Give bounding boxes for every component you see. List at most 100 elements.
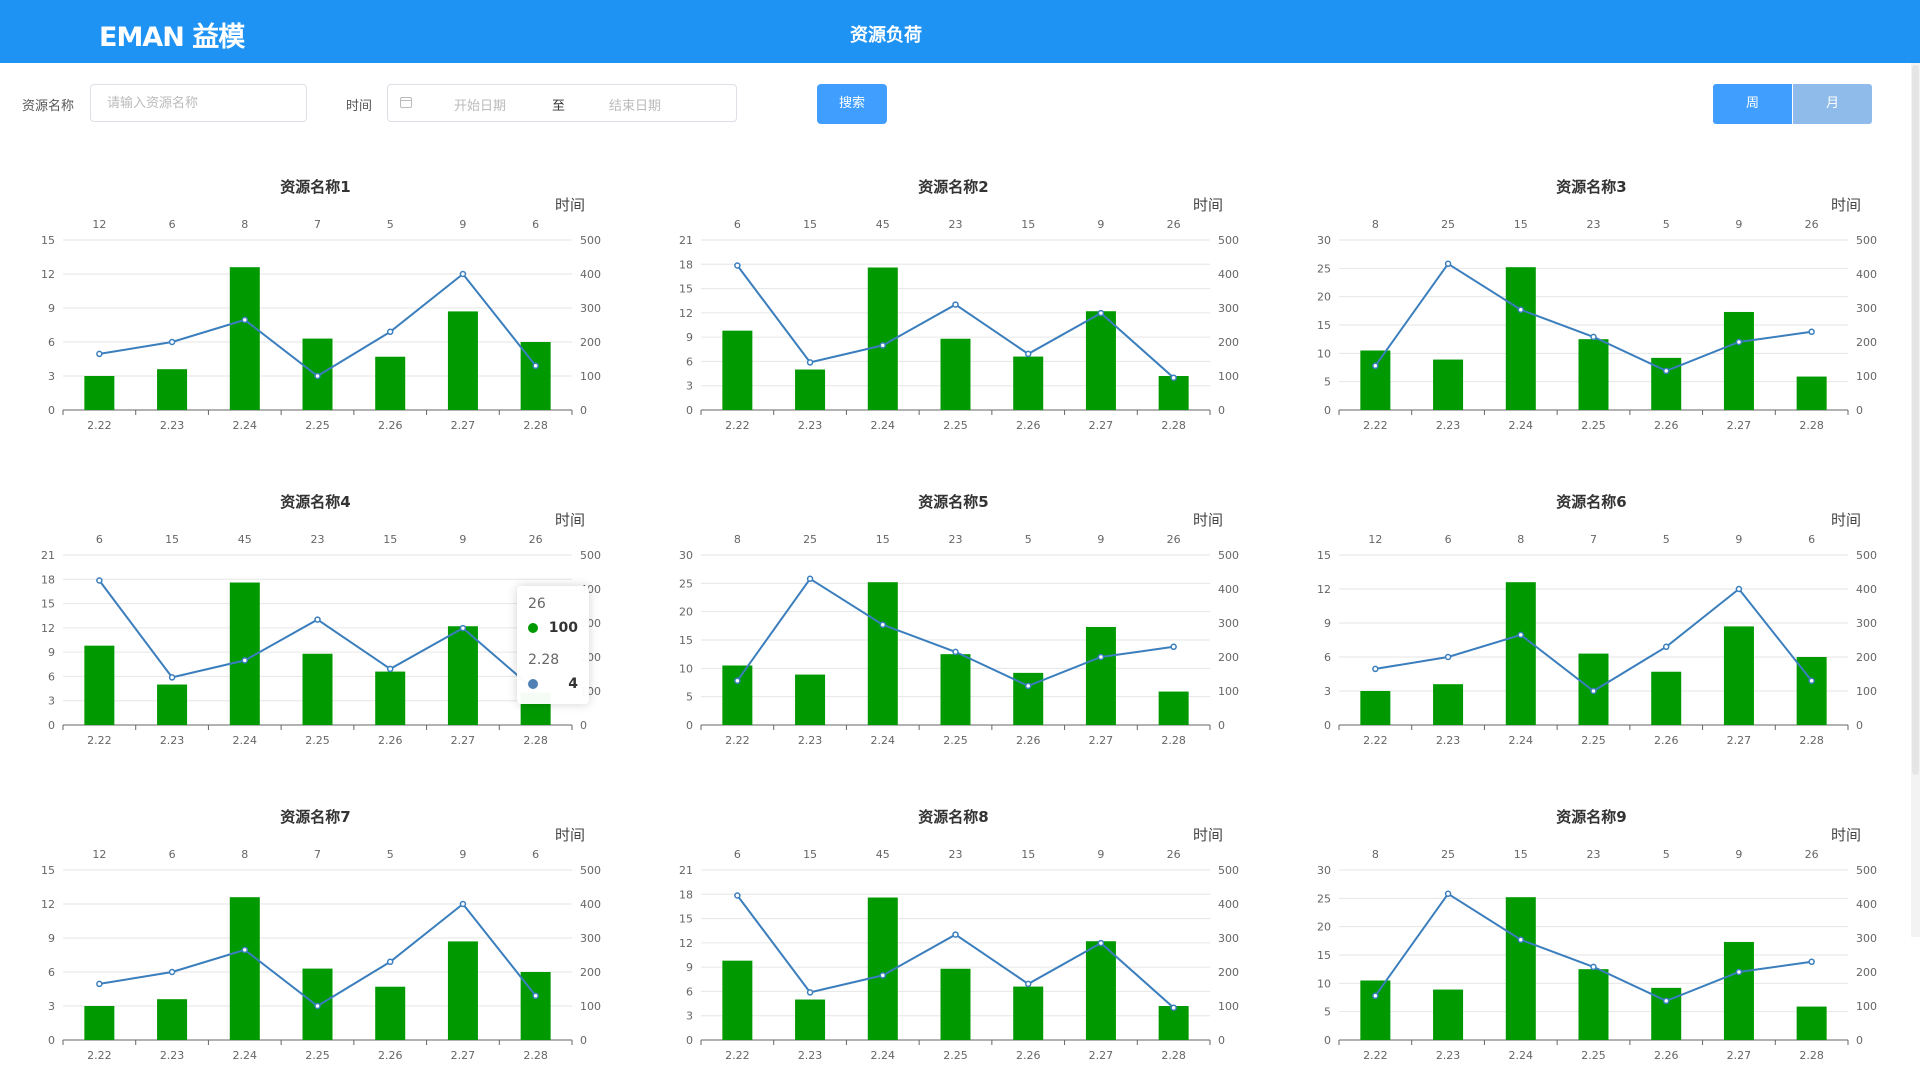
left-tick-label: 10 (1317, 977, 1331, 990)
x-tick-label: 2.23 (798, 1049, 823, 1062)
date-range-picker[interactable]: 开始日期 至 结束日期 (387, 84, 737, 122)
left-tick-label: 0 (48, 404, 55, 417)
search-button[interactable]: 搜索 (817, 84, 887, 124)
left-tick-label: 10 (1317, 347, 1331, 360)
resource-name-input[interactable] (91, 85, 306, 121)
week-toggle-button[interactable]: 周 (1713, 84, 1792, 124)
top-tick-label: 26 (1805, 848, 1819, 861)
chart-title: 资源名称3 (1556, 178, 1626, 196)
left-tick-label: 0 (48, 1034, 55, 1047)
bar (1085, 626, 1116, 725)
line-point (1662, 643, 1670, 651)
line-point (1517, 631, 1525, 639)
line-point (1662, 997, 1670, 1005)
x-tick-label: 2.23 (1436, 734, 1461, 747)
left-tick-label: 21 (41, 549, 55, 562)
bar (1723, 941, 1754, 1040)
bar (867, 582, 898, 725)
line-point (734, 677, 741, 685)
right-tick-label: 400 (1856, 583, 1877, 596)
bar (84, 1006, 115, 1040)
top-tick-label: 5 (1663, 533, 1670, 546)
bar (1360, 980, 1391, 1040)
x-tick-label: 2.27 (1089, 1049, 1114, 1062)
right-tick-label: 100 (1856, 1000, 1877, 1013)
line-point (168, 338, 176, 346)
right-tick-label: 300 (580, 302, 601, 315)
x-tick-label: 2.22 (87, 419, 112, 432)
right-tick-label: 300 (1856, 302, 1877, 315)
x-tick-label: 2.23 (160, 734, 185, 747)
bar (1796, 1006, 1827, 1040)
bar-series-marker-icon (528, 623, 538, 633)
right-tick-label: 100 (1856, 685, 1877, 698)
bar (229, 897, 260, 1040)
line-point (879, 621, 887, 628)
top-tick-label: 15 (383, 533, 397, 546)
bar (375, 671, 406, 725)
top-tick-label: 26 (1167, 218, 1181, 231)
top-tick-label: 9 (1097, 848, 1104, 861)
chart-title: 资源名称7 (280, 808, 350, 826)
chart-panel-1: 资源名称1 时间 0 3 6 9 12 15 0 100 200 300 400 500 2.22 2.23 2… (0, 170, 638, 450)
bar (375, 356, 406, 410)
x-tick-label: 2.24 (1509, 419, 1534, 432)
left-tick-label: 20 (1317, 921, 1331, 934)
x-tick-label: 2.24 (233, 1049, 258, 1062)
x-tick-label: 2.26 (1016, 1049, 1041, 1062)
top-tick-label: 25 (1441, 218, 1455, 231)
left-tick-label: 30 (679, 549, 693, 562)
start-date-input[interactable]: 开始日期 (454, 95, 506, 114)
resource-name-field[interactable] (90, 84, 307, 122)
right-tick-label: 100 (1218, 685, 1239, 698)
line-point (386, 328, 394, 336)
left-tick-label: 25 (679, 577, 693, 590)
tooltip-row-1: 100 (528, 620, 578, 636)
right-tick-label: 400 (1218, 268, 1239, 281)
x-tick-label: 2.27 (1089, 734, 1114, 747)
top-tick-label: 8 (241, 848, 248, 861)
bar (940, 338, 971, 410)
line-point (806, 575, 814, 583)
line-point (806, 359, 814, 366)
line-point (1372, 362, 1379, 370)
line-point (1590, 963, 1597, 971)
chart-panel-2: 资源名称2 时间 0 3 6 9 12 15 18 21 0 100 200 300 400 500 2.22 2… (638, 170, 1276, 450)
top-axis-name: 时间 (1831, 511, 1861, 529)
line-point (1808, 328, 1815, 336)
line-point (1517, 306, 1525, 313)
x-tick-label: 2.22 (725, 419, 750, 432)
chart-svg-1: 资源名称1 时间 0 3 6 9 12 15 0 100 200 300 400 500 2.22 2.23 2… (41, 178, 601, 432)
bar (447, 941, 478, 1040)
bar (1158, 1006, 1189, 1040)
top-tick-label: 6 (734, 218, 741, 231)
top-tick-label: 25 (1441, 848, 1455, 861)
top-tick-label: 23 (949, 848, 963, 861)
x-tick-label: 2.23 (798, 419, 823, 432)
left-tick-label: 3 (48, 1000, 55, 1013)
left-tick-label: 9 (48, 932, 55, 945)
left-tick-label: 0 (686, 404, 693, 417)
x-tick-label: 2.25 (1581, 1049, 1606, 1062)
top-tick-label: 8 (241, 218, 248, 231)
chart-title: 资源名称1 (280, 178, 350, 196)
left-tick-label: 12 (41, 268, 55, 281)
top-tick-label: 15 (1021, 848, 1035, 861)
page-scrollbar[interactable] (1911, 63, 1920, 937)
bar (157, 684, 188, 725)
scrollbar-thumb[interactable] (1912, 65, 1919, 775)
bar (157, 999, 188, 1040)
bar (1505, 582, 1536, 725)
x-tick-label: 2.25 (305, 734, 330, 747)
left-tick-label: 15 (1317, 319, 1331, 332)
top-tick-label: 23 (949, 218, 963, 231)
line-point (1735, 585, 1743, 593)
x-tick-label: 2.22 (87, 734, 112, 747)
top-tick-label: 23 (1587, 848, 1601, 861)
bar (229, 267, 260, 410)
bar (1796, 376, 1827, 410)
bar (1360, 350, 1391, 410)
end-date-input[interactable]: 结束日期 (609, 95, 661, 114)
month-toggle-button[interactable]: 月 (1793, 84, 1872, 124)
top-tick-label: 26 (1167, 848, 1181, 861)
